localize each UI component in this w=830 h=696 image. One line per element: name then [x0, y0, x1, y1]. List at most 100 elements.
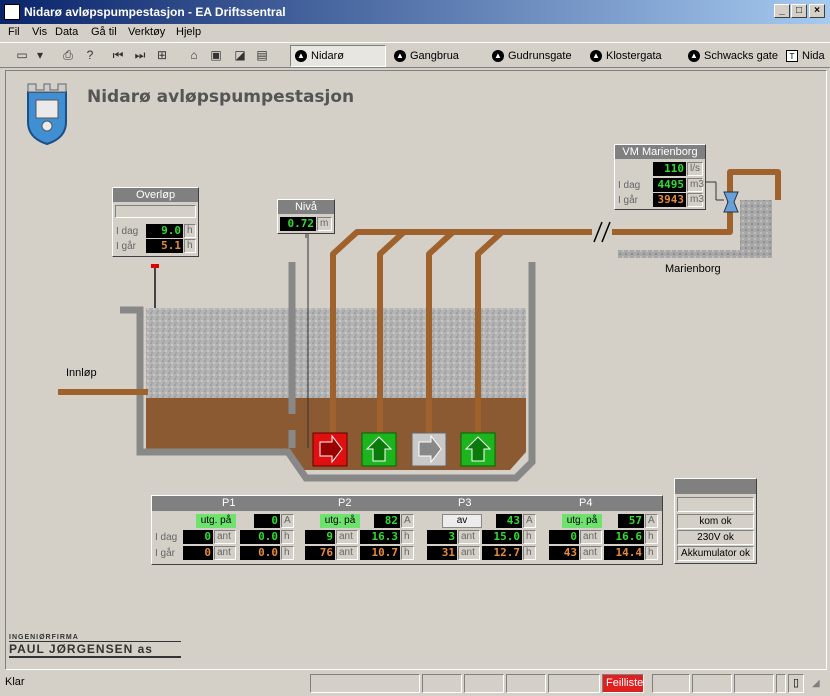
flow-today-label: I dag: [618, 180, 641, 191]
unit-ant: ant: [336, 530, 358, 544]
unit-a: A: [401, 514, 414, 528]
company-line1: INGENIØRFIRMA: [9, 634, 181, 642]
pump-header-p2: P2: [338, 497, 352, 509]
flow-meter-title: VM Marienborg: [615, 145, 705, 159]
pump-p2-icon[interactable]: [361, 432, 397, 467]
status-cell-6: [652, 674, 690, 693]
status-text: Klar: [5, 676, 25, 688]
pump-p1-hours-today: 0.0: [240, 530, 280, 544]
status-cell-7: [692, 674, 732, 693]
com-status: kom ok: [677, 514, 754, 529]
pump-p4-current: 57: [618, 514, 644, 528]
status-cell-2: [422, 674, 462, 693]
unit-h: h: [401, 530, 414, 544]
unit-ant: ant: [580, 530, 602, 544]
pump-p1-icon[interactable]: [312, 432, 348, 467]
pipe-break: [593, 221, 603, 243]
status-bar: Klar Feilliste ▯ ◢: [0, 672, 830, 696]
system-status-panel: kom ok 230V ok Akkumulator ok: [674, 478, 757, 564]
unit-ant: ant: [458, 530, 480, 544]
pump-p2-hours-today: 16.3: [360, 530, 400, 544]
overflow-yesterday-unit: h: [184, 239, 196, 253]
pump-header-p3: P3: [458, 497, 472, 509]
overflow-sensor-tip: [151, 264, 159, 268]
system-status-header: [675, 479, 756, 494]
pump-p4-icon[interactable]: [460, 432, 496, 467]
status-cell-5: [548, 674, 600, 693]
resize-grip-icon[interactable]: ◢: [812, 678, 820, 689]
overflow-yesterday-label: I går: [116, 241, 137, 252]
unit-ant: ant: [580, 546, 602, 560]
unit-ant: ant: [214, 546, 236, 560]
pump-p2-current: 82: [374, 514, 400, 528]
pump-p2-status: utg. på: [320, 514, 360, 528]
overflow-today-label: I dag: [116, 226, 139, 237]
overflow-title: Overløp: [113, 188, 198, 202]
status-cell-1: [310, 674, 420, 693]
process-diagram: [58, 169, 781, 482]
flow-today-value: 4495: [653, 178, 686, 192]
flow-yesterday-value: 3943: [653, 193, 686, 207]
unit-h: h: [281, 546, 294, 560]
pump-p3-status: av: [442, 514, 482, 528]
company-line2: PAUL JØRGENSEN as: [9, 642, 181, 658]
pump-p2-starts-yesterday: 76: [305, 546, 335, 560]
pump-p2-starts-today: 9: [305, 530, 335, 544]
company-logo: INGENIØRFIRMA PAUL JØRGENSEN as: [9, 634, 181, 658]
overflow-yesterday-value: 5.1: [146, 239, 183, 253]
pump-p4-hours-yesterday: 14.4: [604, 546, 644, 560]
unit-h: h: [645, 546, 658, 560]
level-value: 0.72: [280, 217, 316, 231]
row-label-today: I dag: [155, 532, 178, 543]
flow-meter-icon: [723, 191, 739, 213]
system-status-blank: [677, 497, 754, 512]
status-cell-4: [506, 674, 546, 693]
unit-h: h: [523, 530, 536, 544]
unit-a: A: [645, 514, 658, 528]
row-label-yesterday: I går: [155, 548, 176, 559]
outlet-label: Marienborg: [665, 263, 721, 275]
flow-value: 110: [653, 162, 686, 176]
flow-unit: l/s: [687, 162, 703, 176]
pump-p3-starts-yesterday: 31: [427, 546, 457, 560]
unit-ant: ant: [458, 546, 480, 560]
pump-p3-hours-today: 15.0: [482, 530, 522, 544]
pumps-table: P1 P2 P3 P4 I dag I går utg. på 0 A 0 an…: [151, 495, 663, 565]
unit-a: A: [281, 514, 294, 528]
status-cell-9: [776, 674, 786, 693]
overflow-panel[interactable]: Overløp I dag 9.0 h I går 5.1 h: [112, 187, 199, 257]
status-cell-3: [464, 674, 504, 693]
unit-h: h: [645, 530, 658, 544]
pump-p3-icon[interactable]: [411, 432, 447, 467]
pump-p4-starts-today: 0: [549, 530, 579, 544]
alarm-list-button[interactable]: Feilliste: [602, 674, 644, 693]
level-unit: m: [317, 217, 332, 231]
pump-p2-hours-yesterday: 10.7: [360, 546, 400, 560]
pump-p4-hours-today: 16.6: [604, 530, 644, 544]
pump-p3-current: 43: [496, 514, 522, 528]
unit-ant: ant: [336, 546, 358, 560]
unit-ant: ant: [214, 530, 236, 544]
pump-p1-hours-yesterday: 0.0: [240, 546, 280, 560]
inlet-label: Innløp: [66, 367, 97, 379]
flow-yesterday-label: I går: [618, 195, 639, 206]
pump-p3-hours-yesterday: 12.7: [482, 546, 522, 560]
unit-a: A: [523, 514, 536, 528]
flow-meter-panel[interactable]: VM Marienborg 110 l/s I dag 4495 m3 I gå…: [614, 144, 706, 210]
level-title: Nivå: [278, 200, 334, 214]
pump-p4-status: utg. på: [562, 514, 602, 528]
pump-p1-starts-yesterday: 0: [183, 546, 213, 560]
pump-p1-current: 0: [254, 514, 280, 528]
status-cell-8: [734, 674, 774, 693]
flow-today-unit: m3: [687, 178, 704, 192]
power-status: 230V ok: [677, 530, 754, 545]
document-icon[interactable]: ▯: [788, 674, 804, 693]
unit-h: h: [523, 546, 536, 560]
flow-yesterday-unit: m3: [687, 193, 704, 207]
level-panel[interactable]: Nivå 0.72 m: [277, 199, 335, 234]
pump-header-p1: P1: [222, 497, 236, 509]
pump-p1-status: utg. på: [196, 514, 236, 528]
pump-header-p4: P4: [579, 497, 593, 509]
unit-h: h: [281, 530, 294, 544]
pump-p3-starts-today: 3: [427, 530, 457, 544]
